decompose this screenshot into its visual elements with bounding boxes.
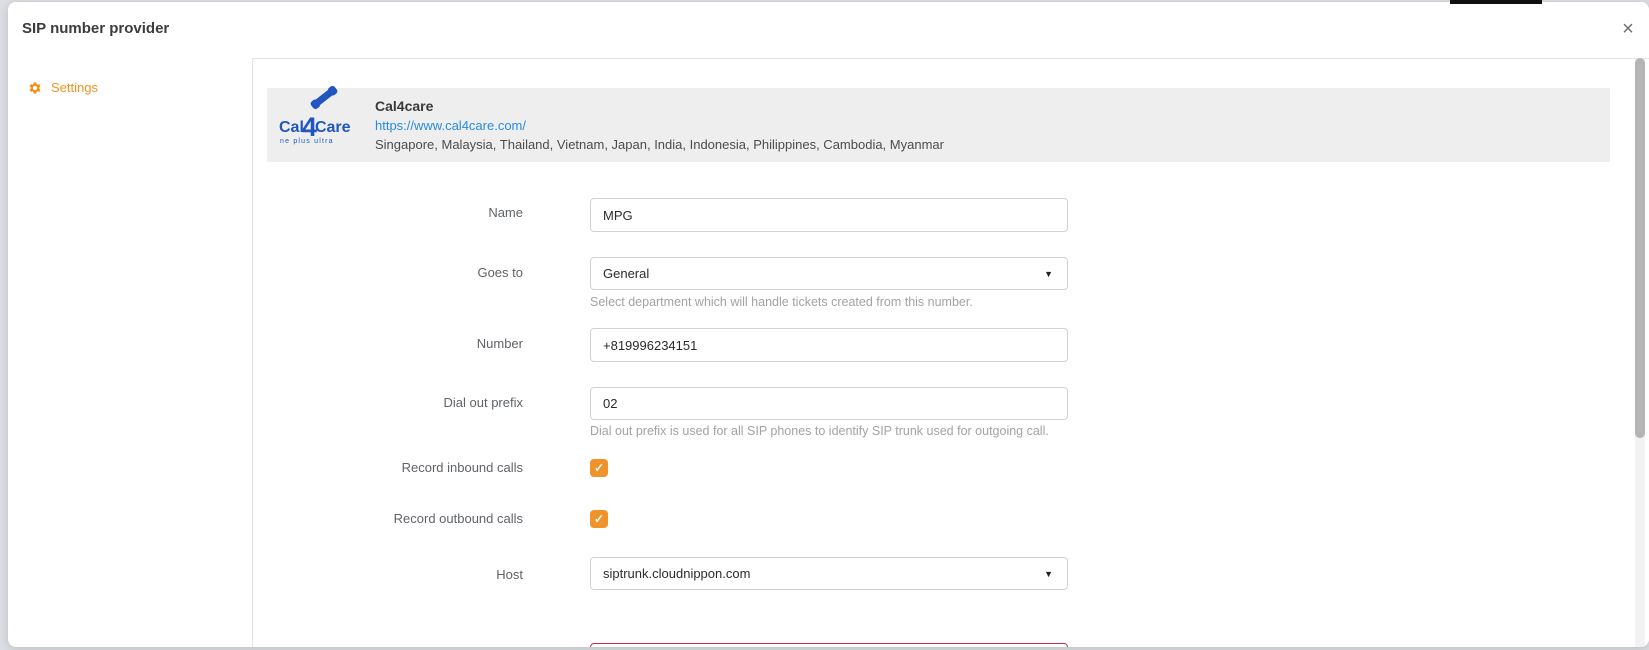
logo-four-text: 4 [302,117,317,138]
dial-out-prefix-helper: Dial out prefix is used for all SIP phon… [590,424,1049,438]
number-input[interactable] [590,328,1068,362]
name-label: Name [298,204,523,222]
name-input[interactable] [590,198,1068,232]
browser-top-strip [1450,0,1542,4]
logo-tagline: ne plus ultra [279,138,357,145]
close-icon[interactable]: × [1616,17,1640,41]
check-icon: ✓ [594,461,604,475]
record-outbound-checkbox[interactable]: ✓ [590,510,608,528]
modal-title: SIP number provider [22,20,169,37]
scrollbar-track[interactable] [1635,58,1645,647]
error-highlighted-input[interactable] [590,643,1068,647]
sidebar-item-label: Settings [51,80,98,95]
goes-to-helper: Select department which will handle tick… [590,295,973,309]
record-outbound-label: Record outbound calls [298,510,523,528]
modal-header: SIP number provider × [8,2,1649,58]
provider-info: Cal4care https://www.cal4care.com/ Singa… [375,98,944,152]
host-label: Host [298,566,523,584]
goes-to-select[interactable]: General ▼ [590,257,1068,290]
sidebar-item-settings[interactable]: Settings [28,80,98,95]
logo-cal-text: Cal [279,120,304,136]
phone-handset-icon [312,87,337,109]
dial-out-prefix-input[interactable] [590,387,1068,420]
provider-name: Cal4care [375,98,944,114]
record-inbound-label: Record inbound calls [298,459,523,477]
chevron-down-icon: ▼ [1044,569,1053,579]
provider-url-link[interactable]: https://www.cal4care.com/ [375,118,944,133]
record-inbound-checkbox[interactable]: ✓ [590,459,608,477]
goes-to-label: Goes to [298,264,523,282]
check-icon: ✓ [594,512,604,526]
sidebar-divider [252,58,253,647]
number-label: Number [298,335,523,353]
header-divider [252,58,1649,59]
host-select[interactable]: siptrunk.cloudnippon.com ▼ [590,557,1068,590]
logo-care-text: Care [315,120,351,136]
goes-to-selected-value: General [603,266,649,281]
provider-card: Cal4Care ne plus ultra Cal4care https://… [267,88,1610,162]
provider-countries: Singapore, Malaysia, Thailand, Vietnam, … [375,137,944,152]
chevron-down-icon: ▼ [1044,269,1053,279]
dial-out-prefix-label: Dial out prefix [298,394,523,412]
host-selected-value: siptrunk.cloudnippon.com [603,566,750,581]
scrollbar-thumb[interactable] [1635,58,1645,438]
sip-number-provider-modal: SIP number provider × Settings Cal4Care … [8,2,1649,647]
cal4care-logo: Cal4Care ne plus ultra [279,105,357,145]
gear-icon [28,81,42,95]
